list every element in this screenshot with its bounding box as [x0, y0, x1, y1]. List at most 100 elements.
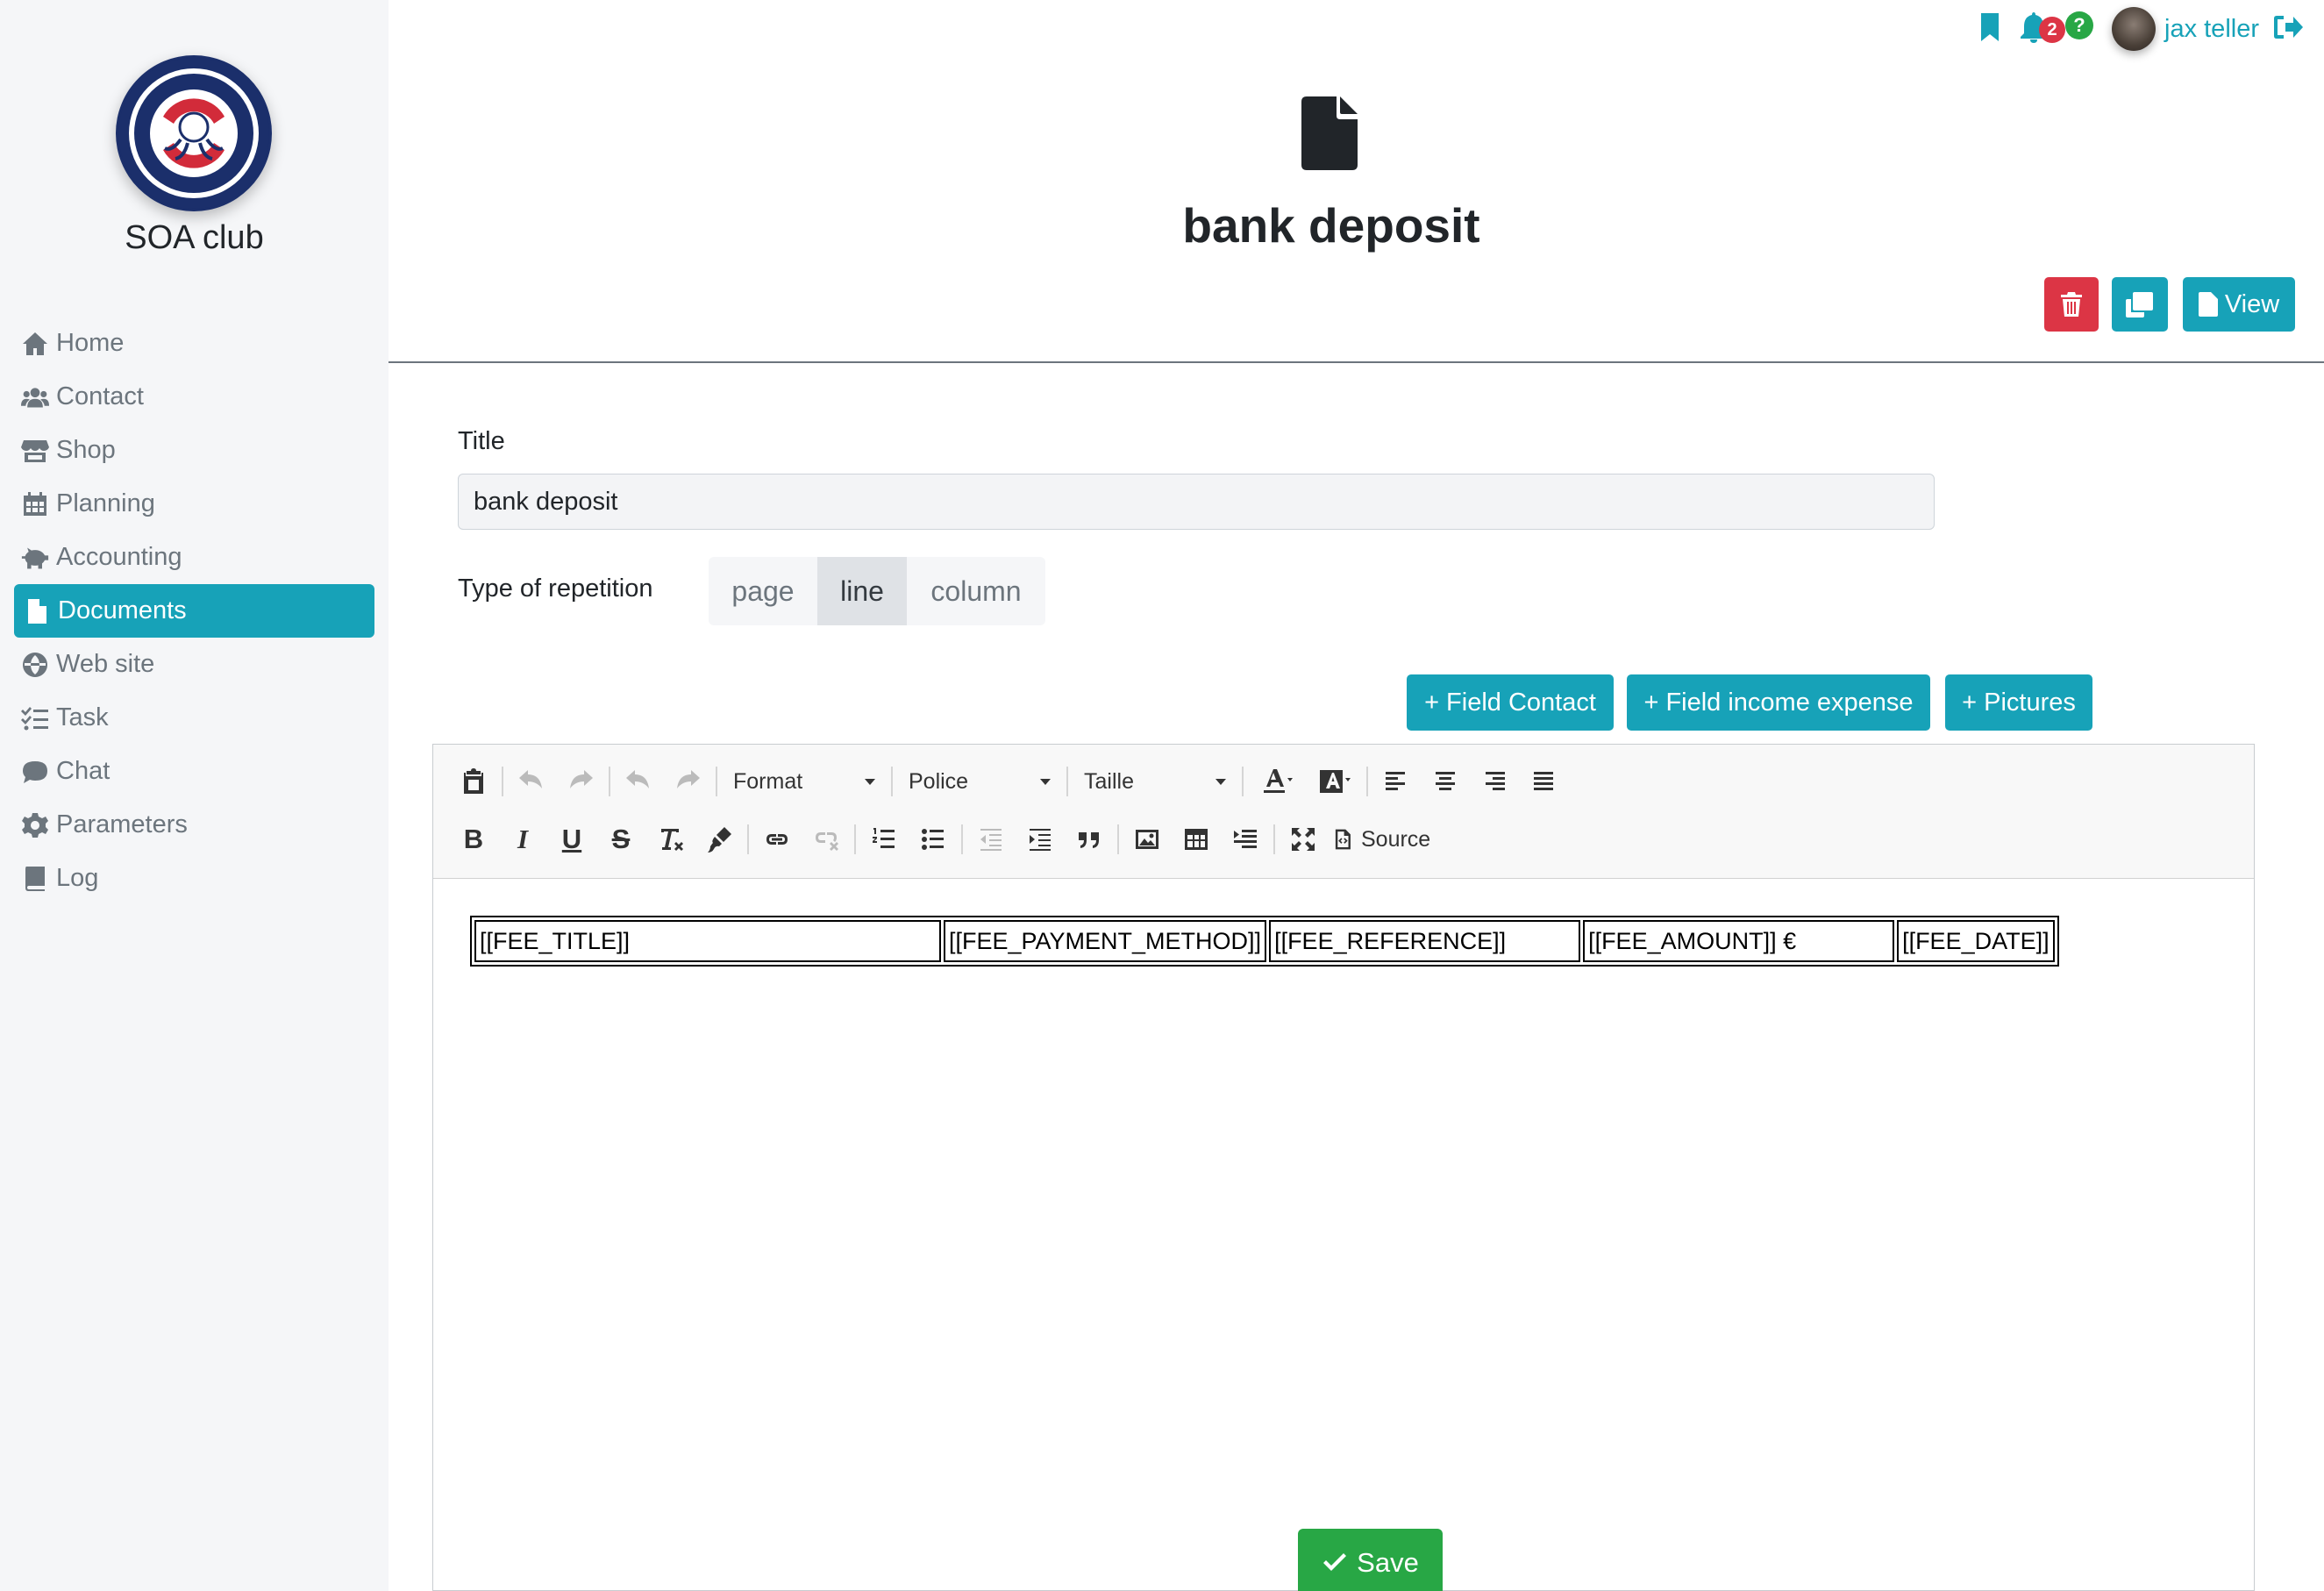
table-row: [[FEE_TITLE]] [[FEE_PAYMENT_METHOD]] [[F… — [474, 920, 2055, 962]
toolbar-separator — [502, 767, 503, 796]
toolbar-separator — [891, 767, 893, 796]
sidebar-item-shop[interactable]: Shop — [14, 424, 374, 477]
link-icon[interactable] — [752, 815, 802, 864]
align-justify-icon[interactable] — [1519, 757, 1568, 806]
save-button[interactable]: Save — [1298, 1529, 1443, 1591]
user-bar: 2 ? jax teller — [1979, 7, 2303, 51]
sidebar-item-chat[interactable]: Chat — [14, 745, 374, 798]
repetition-option-line[interactable]: line — [817, 557, 907, 625]
title-label: Title — [458, 427, 505, 455]
add-field-contact-button[interactable]: + Field Contact — [1407, 674, 1614, 731]
sidebar-item-documents[interactable]: Documents — [14, 584, 374, 638]
add-pictures-button[interactable]: + Pictures — [1945, 674, 2092, 731]
users-icon — [21, 383, 56, 411]
text-color-icon[interactable] — [1247, 757, 1305, 806]
title-input[interactable]: bank deposit — [458, 474, 1935, 530]
toolbar-separator — [1117, 824, 1119, 854]
align-right-icon[interactable] — [1470, 757, 1519, 806]
table-cell-fee-reference[interactable]: [[FEE_REFERENCE]] — [1269, 920, 1581, 962]
paste-word-icon[interactable] — [449, 757, 498, 806]
sidebar-item-label: Chat — [56, 757, 110, 785]
help-badge[interactable]: ? — [2065, 11, 2093, 39]
app-root: SOA club Home Contact Shop Planning Acco… — [0, 0, 2324, 1591]
strikethrough-icon[interactable]: S — [596, 815, 645, 864]
remove-format-icon[interactable] — [645, 815, 695, 864]
editor-content-area[interactable]: [[FEE_TITLE]] [[FEE_PAYMENT_METHOD]] [[F… — [433, 880, 2254, 1591]
rich-text-editor: Format Police Taille B I U S Source [[FE… — [432, 744, 2255, 1591]
fullscreen-icon[interactable] — [1279, 815, 1328, 864]
undo-icon[interactable] — [507, 757, 556, 806]
sidebar-item-web-site[interactable]: Web site — [14, 638, 374, 691]
font-dropdown-label: Police — [909, 768, 969, 794]
pdf-file-icon — [2198, 292, 2218, 317]
sidebar-item-label: Task — [56, 703, 109, 731]
italic-icon[interactable]: I — [498, 815, 547, 864]
editor-toolbar: Format Police Taille B I U S Source — [433, 745, 2254, 879]
table-cell-fee-date[interactable]: [[FEE_DATE]] — [1897, 920, 2055, 962]
indent-icon[interactable] — [1016, 815, 1065, 864]
document-icon — [1301, 96, 1358, 170]
club-logo[interactable] — [116, 55, 272, 211]
toolbar-separator — [747, 824, 749, 854]
toolbar-separator — [854, 824, 856, 854]
background-color-icon[interactable] — [1305, 757, 1363, 806]
toolbar-separator — [1066, 767, 1068, 796]
align-left-icon[interactable] — [1372, 757, 1421, 806]
source-code-button[interactable]: Source — [1328, 815, 1434, 864]
view-pdf-button[interactable]: View — [2183, 277, 2295, 332]
sidebar-item-parameters[interactable]: Parameters — [14, 798, 374, 852]
sidebar-item-task[interactable]: Task — [14, 691, 374, 745]
duplicate-button[interactable] — [2112, 277, 2168, 332]
bullet-list-icon[interactable] — [909, 815, 958, 864]
bold-icon[interactable]: B — [449, 815, 498, 864]
insert-table-icon[interactable] — [1172, 815, 1221, 864]
sidebar-item-home[interactable]: Home — [14, 317, 374, 370]
format-dropdown[interactable]: Format — [721, 757, 888, 806]
comment-icon — [21, 758, 56, 786]
home-icon — [21, 330, 56, 358]
trash-icon — [2061, 292, 2082, 317]
page-break-icon[interactable] — [1221, 815, 1270, 864]
source-label: Source — [1361, 826, 1431, 852]
notifications-bell-icon[interactable]: 2 ? — [2020, 10, 2103, 48]
repetition-option-column[interactable]: column — [907, 557, 1045, 625]
font-dropdown[interactable]: Police — [896, 757, 1063, 806]
unlink-icon[interactable] — [802, 815, 851, 864]
size-dropdown-label: Taille — [1084, 768, 1134, 794]
add-field-income-expense-button[interactable]: + Field income expense — [1627, 674, 1930, 731]
save-label: Save — [1357, 1546, 1419, 1578]
template-table[interactable]: [[FEE_TITLE]] [[FEE_PAYMENT_METHOD]] [[F… — [470, 916, 2059, 967]
logout-icon[interactable] — [2273, 14, 2303, 45]
redo-icon[interactable] — [556, 757, 605, 806]
outdent-icon[interactable] — [966, 815, 1016, 864]
sidebar-item-label: Shop — [56, 436, 116, 464]
sidebar-item-accounting[interactable]: Accounting — [14, 531, 374, 584]
delete-button[interactable] — [2044, 277, 2099, 332]
username-link[interactable]: jax teller — [2164, 15, 2259, 44]
toolbar-row-2: B I U S Source — [449, 813, 1434, 866]
file-icon — [23, 597, 58, 625]
main-nav: Home Contact Shop Planning Accounting Do… — [14, 317, 374, 905]
numbered-list-icon[interactable] — [859, 815, 909, 864]
underline-icon[interactable]: U — [547, 815, 596, 864]
repetition-option-page[interactable]: page — [709, 557, 817, 625]
sidebar-item-planning[interactable]: Planning — [14, 477, 374, 531]
blockquote-icon[interactable] — [1065, 815, 1114, 864]
sidebar-item-log[interactable]: Log — [14, 852, 374, 905]
table-cell-fee-amount[interactable]: [[FEE_AMOUNT]] € — [1583, 920, 1895, 962]
redo-history-icon[interactable] — [663, 757, 712, 806]
copy-icon — [2126, 292, 2153, 317]
table-cell-fee-payment-method[interactable]: [[FEE_PAYMENT_METHOD]] — [944, 920, 1267, 962]
piggy-bank-icon — [21, 544, 56, 572]
table-cell-fee-title[interactable]: [[FEE_TITLE]] — [474, 920, 941, 962]
avatar[interactable] — [2112, 7, 2156, 51]
align-center-icon[interactable] — [1421, 757, 1470, 806]
insert-image-icon[interactable] — [1123, 815, 1172, 864]
size-dropdown[interactable]: Taille — [1072, 757, 1238, 806]
bookmark-icon[interactable] — [1979, 12, 2000, 46]
sidebar-item-label: Accounting — [56, 543, 182, 571]
sidebar-item-contact[interactable]: Contact — [14, 370, 374, 424]
copy-format-brush-icon[interactable] — [695, 815, 744, 864]
undo-history-icon[interactable] — [614, 757, 663, 806]
sidebar-item-label: Contact — [56, 382, 144, 410]
